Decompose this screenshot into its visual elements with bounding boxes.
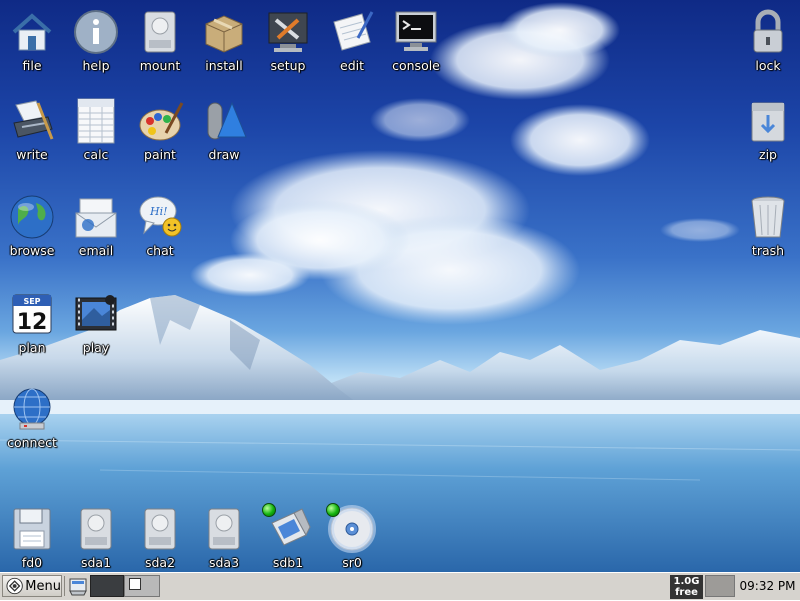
desktop-icon-play[interactable]: play: [64, 290, 128, 355]
home-icon: [12, 13, 52, 51]
film-icon: [75, 295, 117, 331]
desktop-icon-label: calc: [83, 147, 109, 162]
clock[interactable]: 09:32 PM: [736, 575, 799, 597]
mounted-indicator-led: [262, 503, 276, 517]
pager-desktop-2[interactable]: [124, 575, 160, 597]
desktop-icon-setup[interactable]: setup: [256, 8, 320, 73]
desktop-icon-label: setup: [270, 58, 306, 73]
pager-desktop-1[interactable]: [90, 575, 124, 597]
package-icon: [205, 15, 243, 53]
taskbar: Menu 1.0G free 09:32 PM: [0, 572, 800, 600]
free-space-amount: 1.0G: [673, 576, 700, 587]
trash-can-icon: [751, 196, 785, 238]
desktop-icon-zip[interactable]: zip: [736, 97, 800, 162]
drive-icon: [144, 11, 176, 53]
desktop-icon-draw[interactable]: draw: [192, 97, 256, 162]
desktop-icon-edit[interactable]: edit: [320, 8, 384, 73]
desktop-wallpaper: [0, 0, 800, 572]
shapes-icon: [207, 101, 247, 140]
desktop-icon-label: chat: [146, 243, 174, 258]
pager-window-thumbnail: [129, 578, 141, 590]
hard-drive-icon: [208, 508, 240, 550]
drive-label: sda1: [80, 555, 112, 570]
drive-icon-sda3[interactable]: sda3: [192, 505, 256, 570]
menu-button[interactable]: Menu: [2, 575, 62, 597]
desktop-icon-label: paint: [144, 147, 176, 162]
desktop-icon-email[interactable]: email: [64, 193, 128, 258]
hard-drive-icon: [80, 508, 112, 550]
notepad-icon: [333, 11, 374, 51]
palette-icon: [139, 102, 184, 141]
desktop-icon-label: help: [82, 58, 110, 73]
typewriter-icon: [13, 100, 54, 140]
desktop-icon-calc[interactable]: calc: [64, 97, 128, 162]
tools-icon: [268, 12, 308, 52]
network-globe-icon: [13, 388, 51, 430]
svg-text:Hi!: Hi!: [149, 205, 168, 218]
calendar-month: SEP: [23, 297, 40, 306]
desktop-icon-label: play: [82, 340, 110, 355]
desktop-icon-label: write: [16, 147, 48, 162]
menu-label: Menu: [25, 578, 61, 594]
tray-slot[interactable]: [705, 575, 735, 597]
free-space-suffix: free: [675, 587, 698, 598]
desktop-icon-connect[interactable]: connect: [0, 385, 64, 450]
desktop-icon-label: email: [78, 243, 114, 258]
calendar-icon: SEP 12: [12, 294, 52, 335]
padlock-icon: [753, 9, 783, 53]
show-desktop-button[interactable]: [67, 575, 89, 597]
desktop-icon-plan[interactable]: SEP 12 plan: [0, 290, 64, 355]
desktop-icon-label: console: [392, 58, 440, 73]
drive-icon-sda1[interactable]: sda1: [64, 505, 128, 570]
desktop-icon-label: plan: [18, 340, 46, 355]
spreadsheet-icon: [77, 98, 115, 144]
drive-icon-sdb1[interactable]: sdb1: [256, 503, 320, 570]
desktop-icon-mount[interactable]: mount: [128, 8, 192, 73]
calendar-day: 12: [17, 310, 48, 335]
desktop-icon-help[interactable]: help: [64, 8, 128, 73]
desktop-icon-label: zip: [759, 147, 777, 162]
desktop-icon-label: mount: [139, 58, 181, 73]
drive-label: sda3: [208, 555, 240, 570]
hard-drive-icon: [144, 508, 176, 550]
desktop-icon-label: lock: [755, 58, 781, 73]
desktop-icon-label: edit: [340, 58, 364, 73]
desktop-icon-label: browse: [9, 243, 55, 258]
desktop-icon-write[interactable]: write: [0, 97, 64, 162]
drive-label: sr0: [342, 555, 362, 570]
desktop-icon-label: install: [205, 58, 243, 73]
desktop-icon-trash[interactable]: trash: [736, 193, 800, 258]
globe-icon: [10, 195, 54, 239]
desktop-icon-label: file: [22, 58, 42, 73]
desktop-icon-label: connect: [7, 435, 57, 450]
drive-label: sda2: [144, 555, 176, 570]
floppy-icon: [13, 508, 51, 550]
drive-icon-sr0[interactable]: sr0: [320, 503, 384, 570]
free-space-indicator[interactable]: 1.0G free: [670, 575, 703, 599]
desktop-icon-console[interactable]: console: [384, 8, 448, 73]
desktop-icon-lock[interactable]: lock: [736, 8, 800, 73]
drive-label: fd0: [21, 555, 43, 570]
mounted-indicator-led: [326, 503, 340, 517]
drive-icon-sda2[interactable]: sda2: [128, 505, 192, 570]
chat-bubble-icon: Hi!: [139, 196, 182, 237]
desktop-icon-label: draw: [208, 147, 240, 162]
terminal-icon: [395, 11, 437, 51]
info-icon: [74, 10, 118, 54]
archive-icon: [751, 102, 785, 142]
drive-label: sdb1: [272, 555, 304, 570]
envelope-icon: [75, 198, 117, 238]
desktop-icon-chat[interactable]: Hi! chat: [128, 193, 192, 258]
drive-icon-fd0[interactable]: fd0: [0, 505, 64, 570]
desktop-icon-label: trash: [751, 243, 785, 258]
desktop-icon-browse[interactable]: browse: [0, 193, 64, 258]
taskbar-separator: [64, 576, 65, 596]
menu-logo-icon: [6, 577, 23, 595]
show-desktop-icon: [69, 578, 87, 596]
desktop-icon-paint[interactable]: paint: [128, 97, 192, 162]
desktop-icon-install[interactable]: install: [192, 8, 256, 73]
desktop-icon-file[interactable]: file: [0, 8, 64, 73]
